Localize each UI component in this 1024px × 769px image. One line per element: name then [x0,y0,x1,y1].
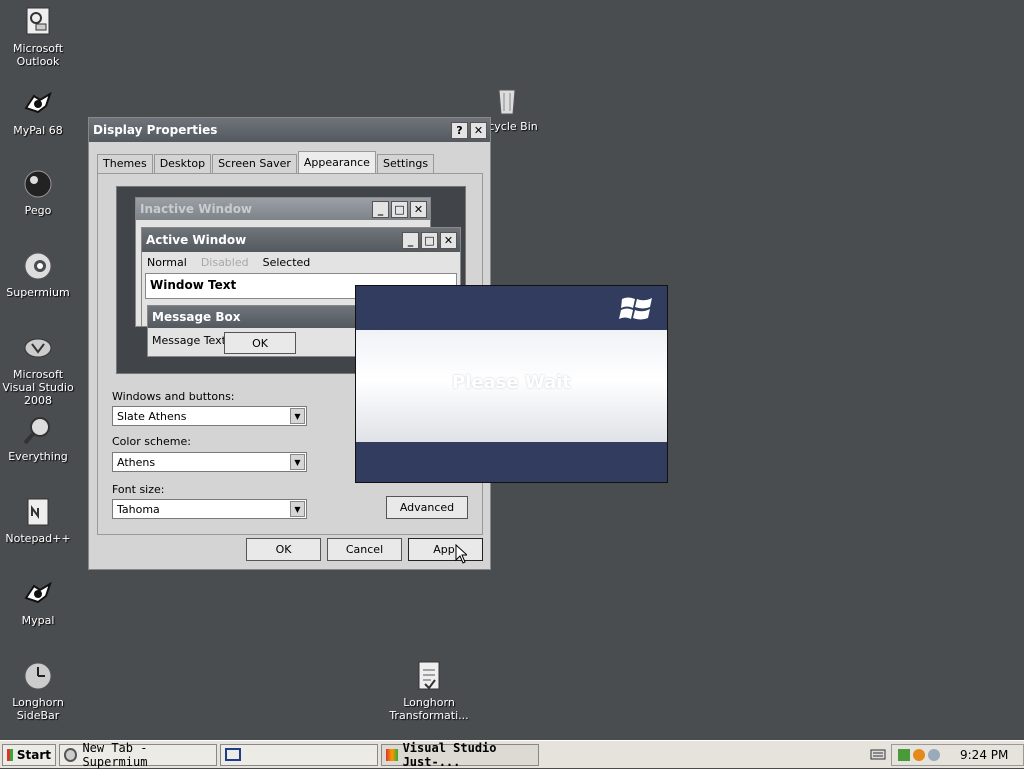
search-icon[interactable] [913,749,925,761]
dialog-titlebar[interactable]: Display Properties ? ✕ [89,118,490,142]
desktop-icon-label: Notepad++ [5,532,71,545]
system-tray: 9:24 PM [891,744,1024,766]
splash-body: Please Wait [356,330,667,442]
active-window-title: Active Window [146,233,247,247]
close-icon: ✕ [410,200,427,218]
desktop-icon-outlook[interactable]: Microsoft Outlook [0,6,78,68]
tab-settings[interactable]: Settings [376,154,435,173]
desktop-icon-label: Microsoft Visual Studio 2008 [2,368,74,407]
sidebar-icon [22,660,54,692]
visual-studio-icon [386,748,398,761]
help-button[interactable]: ? [451,121,468,139]
clock[interactable]: 9:24 PM [960,748,1008,762]
taskbar: Start New Tab - Supermium Visual Studio … [0,740,1024,769]
desktop-icon-visual-studio[interactable]: Microsoft Visual Studio 2008 [0,332,78,407]
advanced-button[interactable]: Advanced [386,496,468,519]
menu-normal: Normal [147,256,187,269]
notepad-icon [22,496,54,528]
windows-buttons-select[interactable]: Slate Athens ▼ [112,406,307,426]
mouse-cursor-icon [455,543,469,567]
tab-themes[interactable]: Themes [97,154,153,173]
start-button[interactable]: Start [2,743,56,766]
ok-button[interactable]: OK [246,538,321,561]
transformation-icon [413,660,445,692]
task-label: New Tab - Supermium [82,740,148,769]
keyboard-icon[interactable] [870,747,886,764]
message-text: Message Text [152,334,226,347]
desktop-icon-label: Longhorn SideBar [12,696,64,722]
globe-icon[interactable] [928,749,940,761]
visual-studio-icon [22,332,54,364]
pego-icon [22,168,54,200]
desktop-icon-label: Pego [24,204,52,217]
maximize-icon: □ [391,200,408,218]
color-scheme-select[interactable]: Athens ▼ [112,452,307,472]
color-scheme-label: Color scheme: [112,435,191,448]
chevron-down-icon[interactable]: ▼ [290,454,305,470]
search-icon [22,414,54,446]
desktop-icon-notepadpp[interactable]: Notepad++ [0,496,78,545]
font-size-label: Font size: [112,483,165,496]
windows-buttons-value: Slate Athens [117,410,187,423]
chevron-down-icon[interactable]: ▼ [290,501,305,517]
close-icon: ✕ [440,231,457,249]
desktop-icon-longhorn-transformation[interactable]: Longhorn Transformati... [389,660,469,722]
font-size-select[interactable]: Tahoma ▼ [112,499,307,519]
please-wait-text: Please Wait [451,372,572,393]
desktop-icon-label: Longhorn Transformati... [389,696,469,722]
inactive-window-title: Inactive Window [140,202,253,216]
chevron-down-icon[interactable]: ▼ [290,408,305,424]
desktop-icon-mypal68[interactable]: MyPal 68 [0,88,78,137]
desktop-icon-everything[interactable]: Everything [0,414,78,463]
task-window[interactable] [220,743,378,766]
tab-bar: Themes Desktop Screen Saver Appearance S… [97,151,435,173]
network-icon[interactable] [898,749,910,761]
close-button[interactable]: ✕ [470,121,487,139]
menu-disabled: Disabled [200,256,249,269]
desktop-icon-pego[interactable]: Pego [0,168,78,217]
please-wait-splash: Please Wait [355,285,668,483]
supermium-icon [22,250,54,282]
task-label: Visual Studio Just-... [402,740,497,769]
desktop-icon-longhorn-sidebar[interactable]: Longhorn SideBar [0,660,78,722]
minimize-icon: _ [402,231,419,249]
mypal-icon [22,578,54,610]
mypal-icon [22,88,54,120]
supermium-icon [64,747,78,762]
windows-logo-icon [619,294,655,325]
tab-desktop[interactable]: Desktop [153,154,212,173]
start-label: Start [16,747,51,762]
desktop-icon-label: MyPal 68 [13,124,63,137]
tab-screen-saver[interactable]: Screen Saver [212,154,297,173]
preview-message-box: Message Box Message Text OK [147,305,387,357]
desktop-icon-label: Microsoft Outlook [12,42,64,68]
apply-button[interactable]: Appl [408,538,483,561]
font-size-value: Tahoma [117,503,160,516]
desktop-icon-mypal[interactable]: Mypal [0,578,78,627]
desktop-icon-label: Mypal [21,614,55,627]
desktop-icon-supermium[interactable]: Supermium [0,250,78,299]
window-icon [225,748,241,761]
desktop-icon-label: Supermium [6,286,70,299]
color-scheme-value: Athens [117,456,156,469]
minimize-icon: _ [372,200,389,218]
windows-buttons-label: Windows and buttons: [112,390,235,403]
task-visual-studio[interactable]: Visual Studio Just-... [381,740,539,769]
message-box-title: Message Box [152,310,241,324]
tab-appearance[interactable]: Appearance [297,151,376,173]
dialog-title: Display Properties [93,123,218,137]
maximize-icon: □ [421,231,438,249]
task-supermium[interactable]: New Tab - Supermium [59,740,217,769]
desktop-icon-label: Everything [8,450,68,463]
outlook-icon [22,6,54,38]
message-ok-button: OK [224,332,296,354]
windows-flag-icon [7,748,13,761]
cancel-button[interactable]: Cancel [327,538,402,561]
menu-selected: Selected [262,256,311,269]
recycle-bin-icon [491,84,523,116]
